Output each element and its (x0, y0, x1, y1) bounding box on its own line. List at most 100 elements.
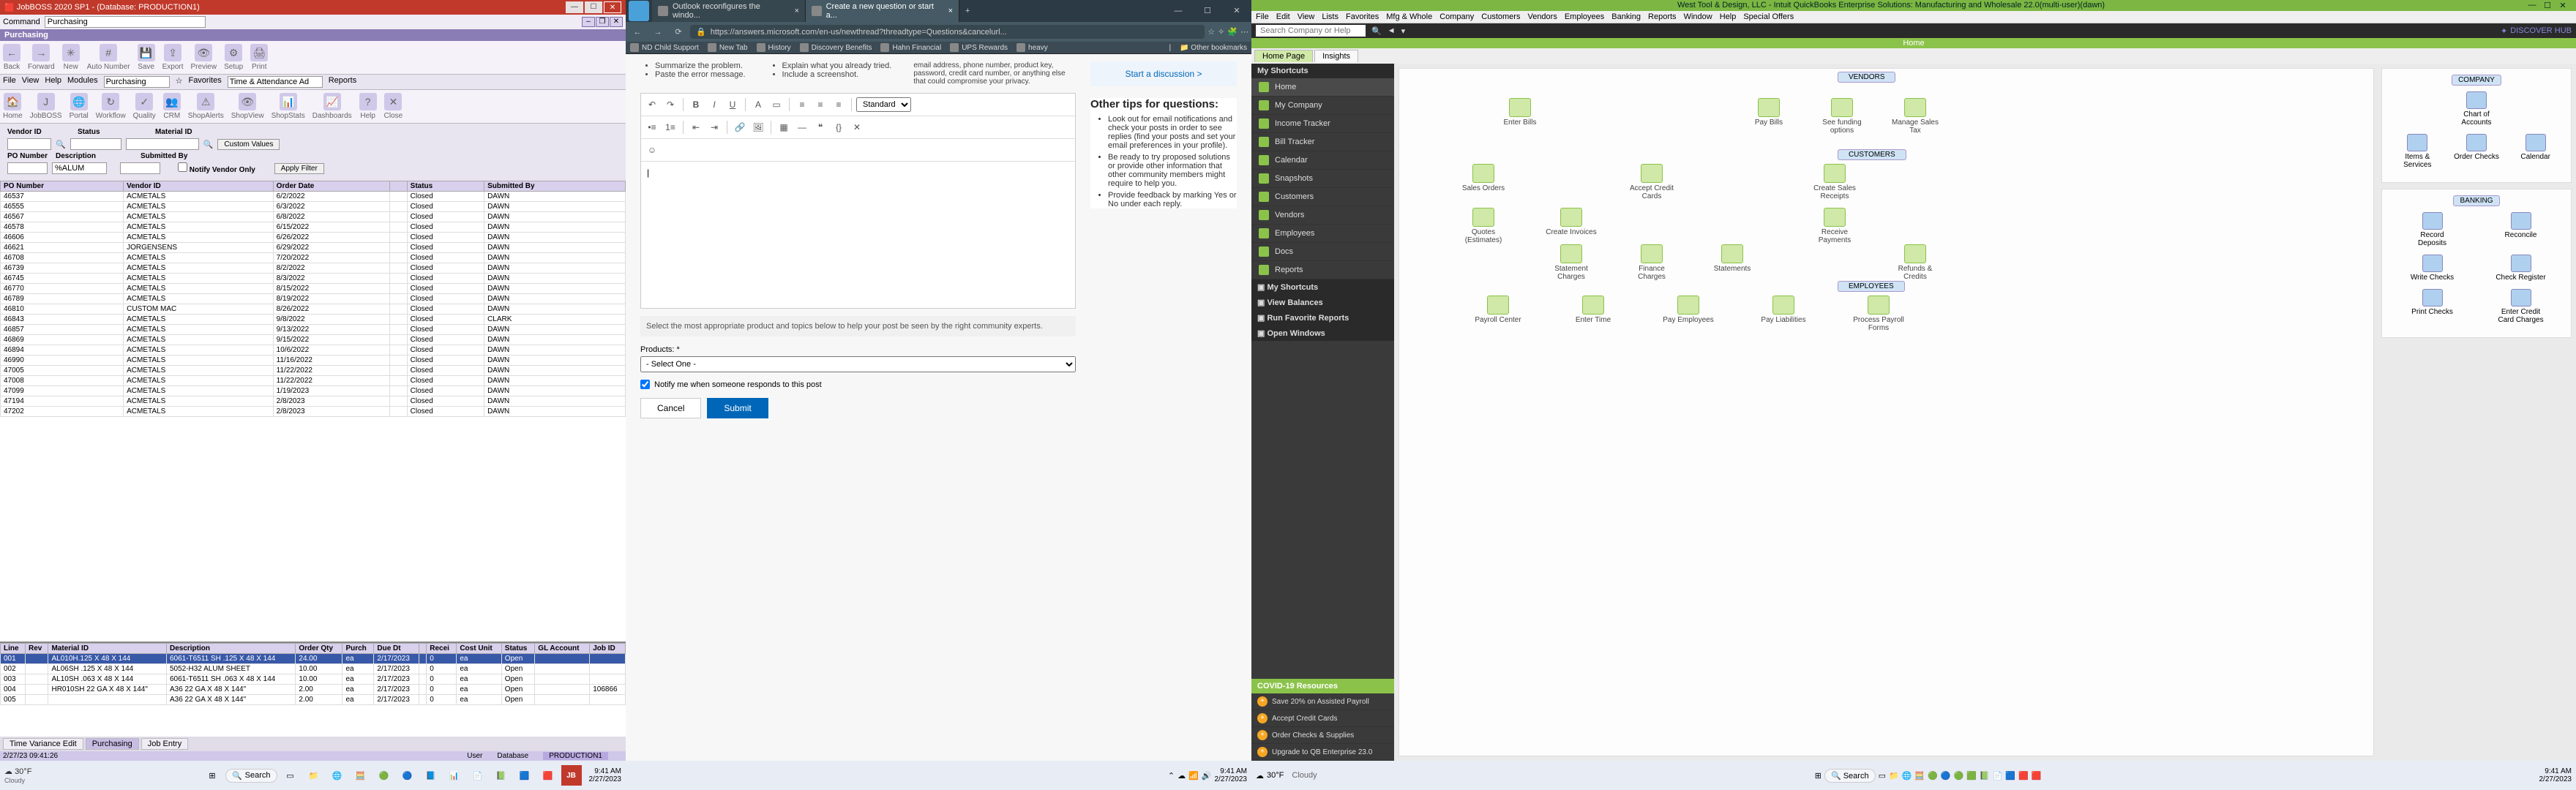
promo-item[interactable]: +Save 20% on Assisted Payroll (1251, 693, 1394, 710)
notify-vendor-checkbox[interactable] (178, 162, 187, 172)
collections-icon[interactable]: ✧ (1218, 27, 1224, 37)
company-items---services[interactable]: Items & Services (2392, 134, 2443, 169)
qb-maximize[interactable]: ☐ (2540, 1, 2555, 10)
grid2-header[interactable]: Due Dt (374, 644, 419, 654)
grid2-header[interactable]: Description (166, 644, 295, 654)
start-discussion-cta[interactable]: Start a discussion > (1090, 61, 1237, 86)
edge-minimize[interactable]: — (1164, 0, 1193, 22)
sidebar-item-calendar[interactable]: Calendar (1251, 151, 1394, 170)
vendor-id-input[interactable] (7, 138, 51, 150)
apply-filter-button[interactable]: Apply Filter (274, 163, 324, 174)
flow-enter-bills[interactable]: Enter Bills (1494, 98, 1546, 127)
ribbon-forward[interactable]: →Forward (28, 44, 55, 71)
table-row[interactable]: 46789ACMETALS8/19/2022ClosedDAWN (1, 294, 626, 304)
flow-pay-bills[interactable]: Pay Bills (1743, 98, 1794, 127)
task-chrome-icon[interactable]: 🔵 (397, 765, 418, 786)
command-input[interactable] (45, 16, 206, 28)
nav-home[interactable]: 🏠Home (3, 93, 23, 120)
align-center-icon[interactable]: ≡ (812, 97, 828, 113)
ribbon-preview[interactable]: 👁Preview (191, 44, 217, 71)
menu-help[interactable]: Help (1720, 12, 1737, 21)
nav-shopstats[interactable]: 📊ShopStats (272, 93, 305, 120)
qb-search-input[interactable] (1256, 25, 1366, 37)
table-row[interactable]: 46578ACMETALS6/15/2022ClosedDAWN (1, 222, 626, 233)
table-icon[interactable]: ▦ (776, 119, 792, 135)
po-grid[interactable]: PO NumberVendor IDOrder DateStatusSubmit… (0, 181, 626, 642)
promo-item[interactable]: +Order Checks & Supplies (1251, 727, 1394, 744)
table-row[interactable]: 46621JORGENSENS6/29/2022ClosedDAWN (1, 243, 626, 253)
grid-header[interactable]: Order Date (273, 181, 389, 192)
menu-specialoffers[interactable]: Special Offers (1743, 12, 1794, 21)
table-row[interactable]: 46843ACMETALS9/8/2022ClosedCLARK (1, 315, 626, 325)
table-row[interactable]: 001AL010H.125 X 48 X 1446061-T6511 SH .1… (1, 654, 626, 664)
table-row[interactable]: 46857ACMETALS9/13/2022ClosedDAWN (1, 325, 626, 335)
flow-finance-charges[interactable]: Finance Charges (1626, 244, 1677, 281)
table-row[interactable]: 46869ACMETALS9/15/2022ClosedDAWN (1, 335, 626, 345)
grid2-header[interactable]: Purch (342, 644, 374, 654)
ribbon-back[interactable]: ←Back (3, 44, 20, 71)
nav-quality[interactable]: ✓Quality (133, 93, 156, 120)
taskbar-clock-3[interactable]: 9:41 AM 2/27/2023 (2539, 767, 2572, 783)
grid-header[interactable]: PO Number (1, 181, 124, 192)
font-color-icon[interactable]: A (750, 97, 766, 113)
align-left-icon[interactable]: ≡ (794, 97, 810, 113)
bookmark-discovery-benefits[interactable]: Discovery Benefits (800, 43, 872, 52)
flow-pay-employees[interactable]: Pay Employees (1663, 296, 1714, 324)
taskbar-search-3[interactable]: 🔍 Search (1824, 769, 1876, 783)
inner-restore[interactable]: ❐ (596, 17, 609, 27)
menu-help[interactable]: Help (45, 76, 61, 88)
sidebar-item-customers[interactable]: Customers (1251, 188, 1394, 206)
task-chrome-icon[interactable]: 🔵 (1941, 771, 1951, 780)
forward-button[interactable]: → (649, 28, 667, 37)
clear-icon[interactable]: ✕ (849, 119, 865, 135)
qb-close[interactable]: ✕ (2556, 1, 2570, 10)
sidebar-subheader[interactable]: ▣ Open Windows (1251, 326, 1394, 341)
task-excel-icon[interactable]: 📗 (491, 765, 512, 786)
menu-mfgwhole[interactable]: Mfg & Whole (1386, 12, 1432, 21)
grid2-header[interactable]: Rev (26, 644, 48, 654)
ribbon-export[interactable]: ⇪Export (162, 44, 184, 71)
start-button-3[interactable]: ⊞ (1815, 771, 1821, 780)
table-row[interactable]: 47194ACMETALS2/8/2023ClosedDAWN (1, 396, 626, 407)
grid2-header[interactable]: Order Qty (296, 644, 342, 654)
grid2-header[interactable]: Cost Unit (457, 644, 501, 654)
edge-maximize[interactable]: ☐ (1193, 0, 1222, 22)
table-row[interactable]: 47099ACMETALS1/19/2023ClosedDAWN (1, 386, 626, 396)
browser-tab-1[interactable]: Create a new question or start a... × (806, 0, 959, 23)
flow-statement-charges[interactable]: Statement Charges (1546, 244, 1597, 281)
ribbon-auto-number[interactable]: #Auto Number (87, 44, 130, 71)
flow-payroll-center[interactable]: Payroll Center (1472, 296, 1524, 324)
nav-workflow[interactable]: ↻Workflow (96, 93, 126, 120)
material-lookup-icon[interactable]: 🔍 (203, 140, 214, 149)
task-app-3[interactable]: 🧮 (351, 765, 371, 786)
grid-header[interactable] (390, 181, 408, 192)
align-right-icon[interactable]: ≡ (831, 97, 847, 113)
highlight-icon[interactable]: ▭ (768, 97, 785, 113)
italic-icon[interactable]: I (706, 97, 722, 113)
taskbar-clock[interactable]: 9:41 AM 2/27/2023 (589, 767, 622, 783)
custom-values-button[interactable]: Custom Values (217, 139, 280, 150)
bookmark-heavy[interactable]: heavy (1016, 43, 1048, 52)
tab-insights[interactable]: Insights (1314, 50, 1358, 62)
sidebar-item-docs[interactable]: Docs (1251, 243, 1394, 261)
task-icon[interactable]: 📁 (1889, 771, 1899, 780)
sidebar-item-income-tracker[interactable]: Income Tracker (1251, 115, 1394, 133)
qb-minimize[interactable]: — (2525, 1, 2539, 10)
editor-body[interactable]: | (641, 162, 1075, 308)
tab-home-page[interactable]: Home Page (1254, 50, 1313, 62)
grid2-header[interactable]: Material ID (48, 644, 167, 654)
redo-icon[interactable]: ↷ (662, 97, 678, 113)
menu-lists[interactable]: Lists (1322, 12, 1338, 21)
table-row[interactable]: 002AL06SH .125 X 48 X 1445052-H32 ALUM S… (1, 664, 626, 674)
covid-resources[interactable]: COVID-19 Resources (1251, 679, 1394, 693)
flow-manage-sales-tax[interactable]: Manage Sales Tax (1890, 98, 1941, 135)
grid-header[interactable]: Status (407, 181, 484, 192)
task-icon[interactable]: ▭ (1879, 771, 1886, 780)
table-row[interactable]: 46990ACMETALS11/16/2022ClosedDAWN (1, 356, 626, 366)
tray-wifi-icon[interactable]: 📶 (1188, 771, 1199, 780)
flow-see-funding-options[interactable]: See funding options (1816, 98, 1868, 135)
flow-statements[interactable]: Statements (1707, 244, 1758, 273)
flow-process-payroll-forms[interactable]: Process Payroll Forms (1853, 296, 1904, 332)
sidebar-item-employees[interactable]: Employees (1251, 225, 1394, 243)
nav-close[interactable]: ✕Close (384, 93, 403, 120)
